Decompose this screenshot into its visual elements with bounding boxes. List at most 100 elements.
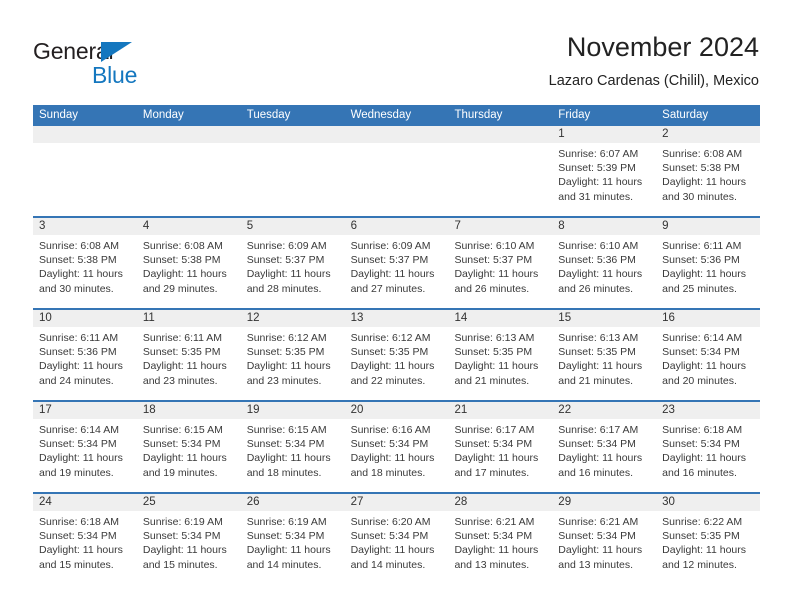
day-details: Sunrise: 6:20 AM Sunset: 5:34 PM Daylight:… [344, 511, 449, 584]
week-row: 24 Sunrise: 6:18 AM Sunset: 5:34 PM Dayligh… [33, 492, 761, 584]
sunrise-text: Sunrise: 6:09 AM [350, 240, 431, 252]
day-cell-17[interactable]: 17 Sunrise: 6:14 AM Sunset: 5:34 PM Dayligh… [33, 402, 137, 492]
day-number: 9 [656, 218, 761, 235]
day-details: Sunrise: 6:17 AM Sunset: 5:34 PM Daylight:… [448, 419, 553, 492]
daylight-text: Daylight: 11 hours and 19 minutes. [142, 452, 227, 479]
brand-name-blue: Blue [92, 62, 138, 88]
day-cell-7[interactable]: 7 Sunrise: 6:10 AM Sunset: 5:37 PM Daylight… [448, 218, 553, 308]
day-number: 13 [344, 310, 449, 327]
sunrise-text: Sunrise: 6:11 AM [142, 332, 223, 344]
day-number [136, 126, 241, 143]
daylight-text: Daylight: 11 hours and 16 minutes. [558, 452, 643, 479]
sunset-text: Sunset: 5:35 PM [142, 346, 221, 359]
daylight-text: Daylight: 11 hours and 20 minutes. [662, 360, 747, 387]
day-cell-18[interactable]: 18 Sunrise: 6:15 AM Sunset: 5:34 PM Dayligh… [136, 402, 241, 492]
day-cell-5[interactable]: 5 Sunrise: 6:09 AM Sunset: 5:37 PM Daylight… [240, 218, 345, 308]
sunset-text: Sunset: 5:38 PM [662, 162, 740, 175]
day-details: Sunrise: 6:18 AM Sunset: 5:34 PM Daylight:… [656, 419, 761, 492]
sunrise-text: Sunrise: 6:18 AM [662, 424, 743, 436]
sunset-text: Sunset: 5:34 PM [662, 438, 740, 451]
week-row: 1 Sunrise: 6:07 AM Sunset: 5:39 PM Daylight… [33, 126, 761, 216]
day-number: 19 [240, 402, 345, 419]
sunrise-text: Sunrise: 6:08 AM [662, 148, 743, 160]
page-title: November 2024 [566, 32, 759, 62]
day-cell-9[interactable]: 9 Sunrise: 6:11 AM Sunset: 5:36 PM Daylight… [656, 218, 761, 308]
day-cell-23[interactable]: 23 Sunrise: 6:18 AM Sunset: 5:34 PM Dayligh… [656, 402, 761, 492]
daylight-text: Daylight: 11 hours and 26 minutes. [454, 268, 539, 295]
sunset-text: Sunset: 5:37 PM [454, 254, 533, 267]
day-cell-21[interactable]: 21 Sunrise: 6:17 AM Sunset: 5:34 PM Dayligh… [448, 402, 553, 492]
day-cell-20[interactable]: 20 Sunrise: 6:16 AM Sunset: 5:34 PM Dayligh… [344, 402, 449, 492]
day-cell-16[interactable]: 16 Sunrise: 6:14 AM Sunset: 5:34 PM Dayligh… [656, 310, 761, 400]
brand-logo[interactable]: General Blue [33, 38, 233, 92]
day-cell-14[interactable]: 14 Sunrise: 6:13 AM Sunset: 5:35 PM Dayligh… [448, 310, 553, 400]
day-number: 2 [656, 126, 761, 143]
daylight-text: Daylight: 11 hours and 17 minutes. [454, 452, 539, 479]
day-cell-26[interactable]: 26 Sunrise: 6:19 AM Sunset: 5:34 PM Dayligh… [240, 494, 345, 584]
day-cell-24[interactable]: 24 Sunrise: 6:18 AM Sunset: 5:34 PM Dayligh… [33, 494, 137, 584]
day-cell-4[interactable]: 4 Sunrise: 6:08 AM Sunset: 5:38 PM Daylight… [136, 218, 241, 308]
day-cell-30[interactable]: 30 Sunrise: 6:22 AM Sunset: 5:35 PM Dayligh… [656, 494, 761, 584]
day-cell-29[interactable]: 29 Sunrise: 6:21 AM Sunset: 5:34 PM Dayligh… [552, 494, 657, 584]
sunrise-text: Sunrise: 6:13 AM [558, 332, 639, 344]
day-cell-28[interactable]: 28 Sunrise: 6:21 AM Sunset: 5:34 PM Dayligh… [448, 494, 553, 584]
sunset-text: Sunset: 5:34 PM [246, 530, 325, 543]
day-cell-13[interactable]: 13 Sunrise: 6:12 AM Sunset: 5:35 PM Dayligh… [344, 310, 449, 400]
sunset-text: Sunset: 5:35 PM [246, 346, 325, 359]
day-cell-2[interactable]: 2 Sunrise: 6:08 AM Sunset: 5:38 PM Daylight… [656, 126, 761, 216]
day-cell-19[interactable]: 19 Sunrise: 6:15 AM Sunset: 5:34 PM Dayligh… [240, 402, 345, 492]
day-cell-1[interactable]: 1 Sunrise: 6:07 AM Sunset: 5:39 PM Daylight… [552, 126, 657, 216]
week-row: 3 Sunrise: 6:08 AM Sunset: 5:38 PM Daylight… [33, 216, 761, 308]
day-details [448, 143, 553, 216]
day-cell-8[interactable]: 8 Sunrise: 6:10 AM Sunset: 5:36 PM Daylight… [552, 218, 657, 308]
day-cell-empty [33, 126, 137, 216]
sunrise-text: Sunrise: 6:12 AM [350, 332, 431, 344]
day-number: 10 [33, 310, 137, 327]
day-cell-empty [136, 126, 241, 216]
day-number: 27 [344, 494, 449, 511]
sunrise-text: Sunrise: 6:14 AM [39, 424, 119, 436]
sunset-text: Sunset: 5:39 PM [558, 162, 636, 175]
day-details: Sunrise: 6:14 AM Sunset: 5:34 PM Daylight:… [33, 419, 137, 492]
day-cell-22[interactable]: 22 Sunrise: 6:17 AM Sunset: 5:34 PM Dayligh… [552, 402, 657, 492]
daylight-text: Daylight: 11 hours and 25 minutes. [662, 268, 747, 295]
day-cell-27[interactable]: 27 Sunrise: 6:20 AM Sunset: 5:34 PM Dayligh… [344, 494, 449, 584]
day-details [33, 143, 137, 216]
daylight-text: Daylight: 11 hours and 27 minutes. [350, 268, 435, 295]
daylight-text: Daylight: 11 hours and 16 minutes. [662, 452, 747, 479]
day-cell-11[interactable]: 11 Sunrise: 6:11 AM Sunset: 5:35 PM Dayligh… [136, 310, 241, 400]
sunset-text: Sunset: 5:34 PM [142, 438, 221, 451]
day-number [344, 126, 449, 143]
day-details: Sunrise: 6:17 AM Sunset: 5:34 PM Daylight:… [552, 419, 657, 492]
day-cell-15[interactable]: 15 Sunrise: 6:13 AM Sunset: 5:35 PM Dayligh… [552, 310, 657, 400]
day-cell-6[interactable]: 6 Sunrise: 6:09 AM Sunset: 5:37 PM Daylight… [344, 218, 449, 308]
sunrise-text: Sunrise: 6:14 AM [662, 332, 743, 344]
location-subtitle: Lazaro Cardenas (Chilil), Mexico [548, 73, 759, 89]
week-row: 17 Sunrise: 6:14 AM Sunset: 5:34 PM Dayligh… [33, 400, 761, 492]
day-details [240, 143, 345, 216]
day-number: 8 [552, 218, 657, 235]
daylight-text: Daylight: 11 hours and 23 minutes. [142, 360, 227, 387]
sunset-text: Sunset: 5:34 PM [558, 438, 636, 451]
day-cell-10[interactable]: 10 Sunrise: 6:11 AM Sunset: 5:36 PM Dayligh… [33, 310, 137, 400]
day-details: Sunrise: 6:09 AM Sunset: 5:37 PM Daylight:… [344, 235, 449, 308]
weekday-header-thursday: Thursday [454, 109, 503, 121]
sunset-text: Sunset: 5:34 PM [454, 530, 533, 543]
day-cell-3[interactable]: 3 Sunrise: 6:08 AM Sunset: 5:38 PM Daylight… [33, 218, 137, 308]
day-details [344, 143, 449, 216]
day-cell-25[interactable]: 25 Sunrise: 6:19 AM Sunset: 5:34 PM Dayligh… [136, 494, 241, 584]
day-details: Sunrise: 6:22 AM Sunset: 5:35 PM Daylight:… [656, 511, 761, 584]
day-number: 17 [33, 402, 137, 419]
sunrise-text: Sunrise: 6:07 AM [558, 148, 639, 160]
daylight-text: Daylight: 11 hours and 23 minutes. [246, 360, 331, 387]
sunrise-text: Sunrise: 6:17 AM [454, 424, 535, 436]
sunrise-text: Sunrise: 6:19 AM [246, 516, 327, 528]
sunset-text: Sunset: 5:38 PM [142, 254, 221, 267]
daylight-text: Daylight: 11 hours and 12 minutes. [662, 544, 747, 571]
day-number: 21 [448, 402, 553, 419]
calendar-grid: Sunday Monday Tuesday Wednesday Thursday Frid… [33, 105, 761, 584]
daylight-text: Daylight: 11 hours and 19 minutes. [39, 452, 123, 479]
day-number: 4 [136, 218, 241, 235]
day-number: 26 [240, 494, 345, 511]
day-cell-12[interactable]: 12 Sunrise: 6:12 AM Sunset: 5:35 PM Dayligh… [240, 310, 345, 400]
